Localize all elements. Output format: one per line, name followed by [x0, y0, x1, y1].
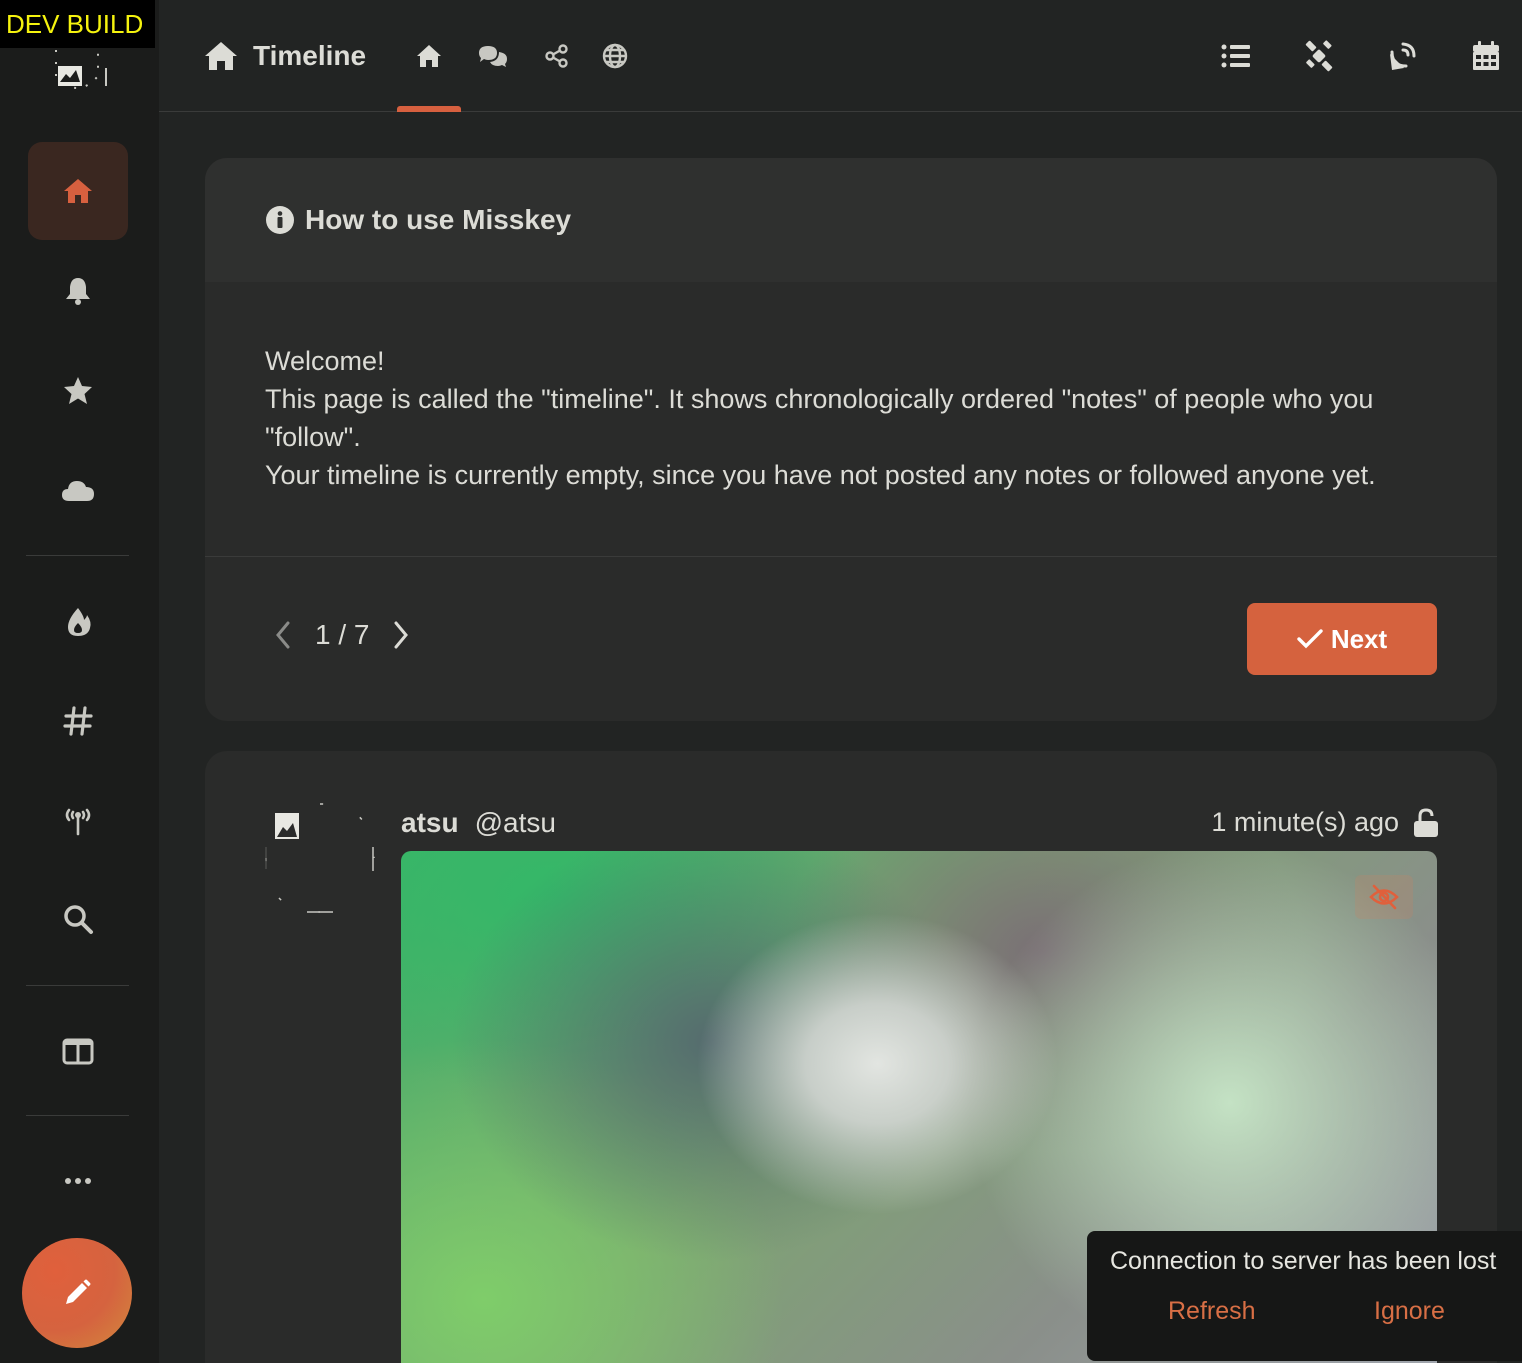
page-title: Timeline: [203, 36, 366, 76]
fire-icon: [68, 608, 91, 636]
calendar-button[interactable]: [1458, 30, 1514, 82]
list-icon: [1221, 44, 1250, 68]
eye-slash-icon: [1369, 884, 1399, 910]
sidebar-item-deck[interactable]: [28, 1002, 128, 1100]
share-icon: [545, 44, 568, 68]
tutorial-footer: 1 / 7 Next: [205, 557, 1497, 721]
satellite-icon: [1305, 40, 1333, 72]
home-icon: [417, 45, 441, 67]
display-name[interactable]: atsu: [401, 807, 459, 839]
tab-home[interactable]: [397, 28, 461, 84]
cloud-icon: [62, 481, 94, 501]
home-icon: [64, 179, 92, 203]
star-icon: [64, 377, 92, 404]
username[interactable]: @atsu: [475, 807, 556, 839]
refresh-button[interactable]: Refresh: [1168, 1297, 1256, 1326]
post-button[interactable]: [22, 1238, 132, 1348]
page-title-text: Timeline: [253, 40, 367, 71]
tab-global[interactable]: [583, 28, 647, 84]
sidebar-item-more[interactable]: [28, 1132, 128, 1230]
sidebar-item-antennas[interactable]: [28, 771, 128, 869]
columns-icon: [62, 1038, 94, 1065]
chevron-right-icon: [394, 621, 409, 649]
active-tab-indicator: [397, 106, 461, 112]
next-page-button[interactable]: [383, 617, 419, 653]
sidebar-item-drive[interactable]: [28, 442, 128, 540]
note-author[interactable]: atsu @atsu: [401, 807, 556, 839]
tab-local[interactable]: [461, 28, 525, 84]
sidebar-item-hashtags[interactable]: [28, 672, 128, 770]
calendar-icon: [1473, 41, 1499, 70]
satellite-dish-icon: [1390, 42, 1416, 70]
sidebar-item-explore[interactable]: [28, 573, 128, 671]
sidebar-divider: [26, 985, 129, 986]
unlock-icon: [1414, 807, 1438, 837]
toast-message: Connection to server has been lost: [1110, 1247, 1497, 1275]
sidebar: DEV BUILD: [0, 0, 159, 1363]
sidebar-divider: [26, 555, 129, 556]
globe-icon: [602, 43, 628, 69]
tutorial-next-label: Next: [1330, 623, 1388, 654]
sidebar-item-notifications[interactable]: [28, 242, 128, 340]
home-icon: [205, 42, 237, 70]
ellipsis-icon: [65, 1178, 91, 1184]
tutorial-text-empty: Your timeline is currently empty, since …: [265, 460, 1376, 490]
tutorial-body: Welcome! This page is called the "timeli…: [205, 282, 1497, 557]
tutorial-card: How to use Misskey Welcome! This page is…: [205, 158, 1497, 721]
prev-page-button[interactable]: [265, 617, 301, 653]
page-header: Timeline: [159, 0, 1522, 112]
info-icon: [266, 206, 294, 234]
note-meta: 1 minute(s) ago: [1211, 807, 1439, 838]
avatar[interactable]: [265, 803, 375, 913]
hashtag-icon: [63, 706, 93, 736]
antennas-button[interactable]: [1291, 30, 1347, 82]
ignore-button[interactable]: Ignore: [1374, 1297, 1445, 1326]
tutorial-text-timeline: This page is called the "timeline". It s…: [265, 384, 1374, 452]
tutorial-next-button[interactable]: Next: [1247, 603, 1437, 675]
hide-media-button[interactable]: [1355, 875, 1413, 919]
antenna-icon: [65, 808, 91, 836]
tutorial-pager: 1 / 7: [265, 617, 419, 653]
check-icon: [1297, 629, 1323, 649]
chevron-left-icon: [276, 621, 290, 649]
tutorial-title: How to use Misskey: [305, 204, 572, 235]
sidebar-item-search[interactable]: [28, 870, 128, 968]
dev-build-badge: DEV BUILD: [0, 0, 155, 48]
app-root: DEV BUILD Timeline How to use Misskey We…: [0, 0, 1522, 1363]
channels-button[interactable]: [1374, 30, 1430, 82]
note-timestamp[interactable]: 1 minute(s) ago: [1211, 807, 1399, 838]
comments-icon: [479, 46, 507, 67]
tutorial-header: How to use Misskey: [205, 158, 1497, 282]
search-icon: [64, 905, 93, 934]
tutorial-text-welcome: Welcome!: [265, 346, 385, 376]
lists-button[interactable]: [1208, 30, 1264, 82]
bell-icon: [66, 278, 90, 305]
sidebar-item-home[interactable]: [28, 142, 128, 240]
sidebar-divider: [26, 1115, 129, 1116]
tab-social[interactable]: [525, 28, 589, 84]
pencil-icon: [66, 1279, 91, 1304]
page-indicator: 1 / 7: [315, 619, 370, 650]
sidebar-item-favorites[interactable]: [28, 342, 128, 440]
connection-lost-toast: Connection to server has been lost Refre…: [1087, 1231, 1522, 1361]
